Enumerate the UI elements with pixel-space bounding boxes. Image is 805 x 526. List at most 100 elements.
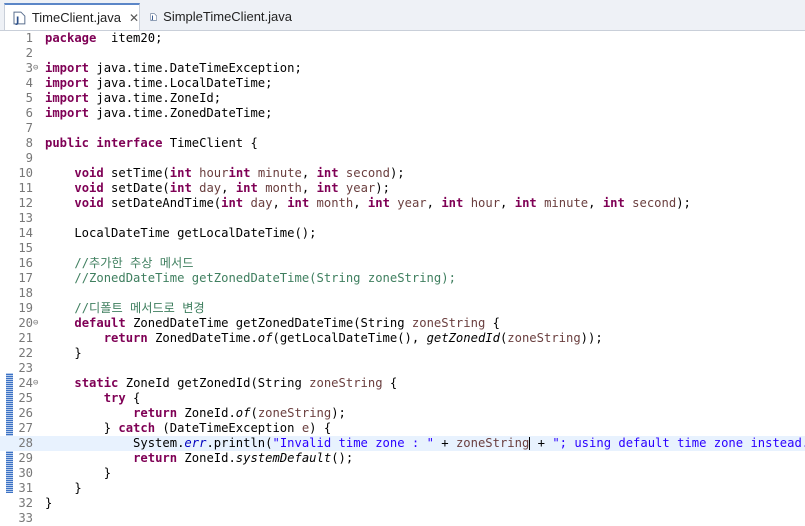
line-number: 10 [18, 166, 33, 180]
code-line[interactable]: 6 import java.time.ZonedDateTime; [0, 106, 805, 121]
code-token: TimeClient { [162, 136, 258, 150]
code-token: ) { [309, 421, 332, 435]
fold-collapse-icon[interactable]: ⊖ [33, 61, 43, 76]
code-line[interactable]: 2 [0, 46, 805, 61]
code-line[interactable]: 29 return ZoneId.systemDefault(); [0, 451, 805, 466]
svg-text:J: J [15, 15, 19, 24]
code-token: try [103, 391, 126, 405]
code-token: setDate( [103, 181, 170, 195]
code-line[interactable]: 20 ⊖ default ZonedDateTime getZonedDateTi… [0, 316, 805, 331]
code-line[interactable]: 10 void setTime(int hourint minute, int … [0, 166, 805, 181]
code-token: second [632, 196, 677, 210]
code-token: err [184, 436, 207, 450]
code-line[interactable]: 26 return ZoneId.of(zoneString); [0, 406, 805, 421]
code-token: , [353, 196, 368, 210]
code-line[interactable]: 11 void setDate(int day, int month, int … [0, 181, 805, 196]
code-token: import [45, 91, 90, 105]
code-text: } [45, 481, 81, 496]
code-line[interactable]: 18 [0, 286, 805, 301]
code-token: ); [389, 166, 405, 180]
code-line[interactable]: 5 import java.time.ZoneId; [0, 91, 805, 106]
fold-collapse-icon[interactable]: ⊖ [33, 316, 43, 331]
code-text: static ZoneId getZonedId(String zoneStri… [45, 376, 397, 391]
code-line[interactable]: 19 //디폴트 메서드로 변경 [0, 301, 805, 316]
code-token: second [345, 166, 390, 180]
code-line[interactable]: 16 //추가한 추상 메서드 [0, 256, 805, 271]
code-line[interactable]: 12 void setDateAndTime(int day, int mont… [0, 196, 805, 211]
code-token: package [45, 31, 97, 45]
code-line[interactable]: 25 try { [0, 391, 805, 406]
tab-label: SimpleTimeClient.java [163, 9, 292, 24]
code-line[interactable]: 24 ⊖ static ZoneId getZonedId(String zone… [0, 376, 805, 391]
code-token: , [426, 196, 442, 210]
code-token: int [169, 181, 192, 195]
code-text: //디폴트 메서드로 변경 [45, 301, 204, 316]
line-number: 18 [18, 286, 33, 300]
code-token: ZonedDateTime. [147, 331, 258, 345]
code-token: int [602, 196, 625, 210]
code-token: setTime( [103, 166, 170, 180]
code-token: } [45, 421, 119, 435]
code-token: , [301, 181, 317, 195]
line-number: 11 [18, 181, 33, 195]
java-file-icon: J [13, 11, 26, 25]
code-line[interactable]: 23 [0, 361, 805, 376]
code-editor[interactable]: 1 package item20; 2 3 ⊖ import java.time.Date… [0, 31, 805, 525]
code-line[interactable]: 27 } catch (DateTimeException e) { [0, 421, 805, 436]
code-line[interactable]: 28 System.err.println("Invalid time zone… [0, 436, 805, 451]
code-token: , [272, 196, 288, 210]
code-line[interactable]: 8 public interface TimeClient { [0, 136, 805, 151]
code-token: "Invalid time zone : " [272, 436, 434, 450]
line-number: 25 [18, 391, 33, 405]
code-token: int [228, 166, 251, 180]
code-token: ); [375, 181, 390, 195]
line-number: 14 [18, 226, 33, 240]
code-text: //ZonedDateTime getZonedDateTime(String … [45, 271, 456, 286]
code-token: ( [250, 406, 258, 420]
code-line[interactable]: 17 //ZonedDateTime getZonedDateTime(Stri… [0, 271, 805, 286]
line-number: 7 [25, 121, 33, 135]
code-line[interactable]: 13 [0, 211, 805, 226]
code-token: java.time.ZoneId; [89, 91, 222, 105]
line-number: 23 [18, 361, 33, 375]
code-token: zoneString [257, 406, 332, 420]
line-number: 27 [18, 421, 33, 435]
line-number: 3 [25, 61, 33, 75]
code-line[interactable]: 1 package item20; [0, 31, 805, 46]
code-line[interactable]: 30 } [0, 466, 805, 481]
code-line[interactable]: 22 } [0, 346, 805, 361]
tab-simpletimeclient-java[interactable]: J SimpleTimeClient.java [142, 4, 292, 29]
code-line[interactable]: 32} [0, 496, 805, 511]
code-text: //추가한 추상 메서드 [45, 256, 193, 271]
code-line[interactable]: 21 return ZonedDateTime.of(getLocalDateT… [0, 331, 805, 346]
code-text: import java.time.DateTimeException; [45, 61, 302, 76]
tab-timeclient-java[interactable]: J TimeClient.java ✕ [4, 3, 140, 30]
code-line[interactable]: 31 } [0, 481, 805, 496]
code-line[interactable]: 9 [0, 151, 805, 166]
code-token: day [199, 181, 222, 195]
close-icon[interactable]: ✕ [129, 11, 139, 25]
code-token: (DateTimeException [155, 421, 302, 435]
code-line[interactable]: 14 LocalDateTime getLocalDateTime(); [0, 226, 805, 241]
fold-collapse-icon[interactable]: ⊖ [33, 376, 43, 391]
code-token: day [250, 196, 273, 210]
code-line[interactable]: 4 import java.time.LocalDateTime; [0, 76, 805, 91]
code-line[interactable]: 15 [0, 241, 805, 256]
code-token: ); [676, 196, 691, 210]
code-line[interactable]: 7 [0, 121, 805, 136]
line-number: 1 [25, 31, 33, 45]
code-token: minute [257, 166, 302, 180]
line-number: 26 [18, 406, 33, 420]
code-token: void [74, 166, 104, 180]
line-number: 5 [25, 91, 33, 105]
code-line[interactable]: 3 ⊖ import java.time.DateTimeException; [0, 61, 805, 76]
